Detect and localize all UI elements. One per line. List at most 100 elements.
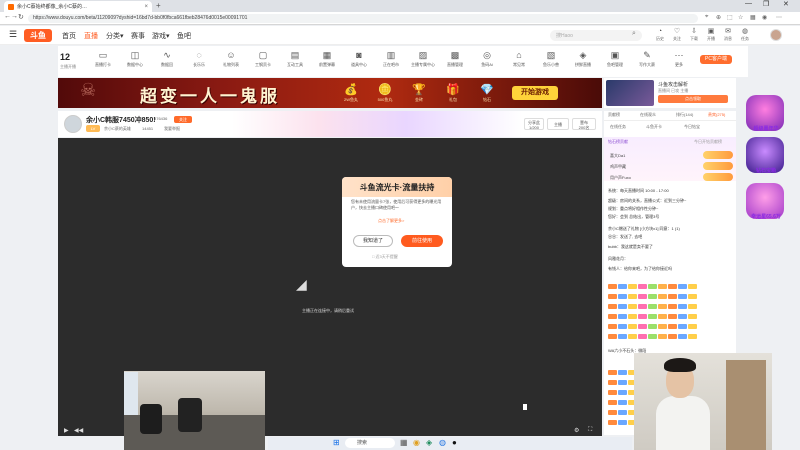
tool-item[interactable]: ▥ 正在吧市 [376,50,406,68]
pc-client-button[interactable]: PC客户端 [700,55,732,64]
learn-more-link[interactable]: 点击了解更多> [378,218,404,224]
nav-category[interactable]: 分类▾ [106,31,124,41]
tool-item[interactable]: ▨ 主播专属中心 [408,50,438,68]
app-icon[interactable]: ◈ [426,438,432,447]
history-button[interactable]: ◔ 历史 [651,28,669,42]
tool-item[interactable]: ▢ 工钢贡卡 [248,50,278,68]
tab-contribution[interactable]: 贡献榜 [608,112,620,118]
follow-button[interactable]: ♡ 关注 [668,28,686,42]
gift-rank-button[interactable]: 壹布 200名 [572,118,596,130]
edge-icon[interactable]: ◍ [439,438,446,447]
host-button[interactable]: 主播 [547,118,569,130]
tab-online[interactable]: 在线观众 [640,112,656,118]
tab-vip[interactable]: 贵宾(275) [708,112,725,118]
chat-message[interactable]: 谷谷：发送了, 去吧 [608,234,642,240]
chat-message[interactable]: 超级：房间的关系，直播公式：近到三分钟~ [608,198,686,204]
tasks-button[interactable]: ◍ 任务 [736,28,754,42]
taskbar-search[interactable]: 搜索 [345,438,395,448]
fullscreen-icon[interactable]: ⛶ [588,427,592,434]
windows-start-icon[interactable]: ⊞ [333,438,340,447]
download-button[interactable]: ⇩ 下载 [685,28,703,42]
task-view-icon[interactable]: ▦ [400,438,408,447]
back-icon[interactable]: ← [4,13,11,20]
game-thumbnail[interactable] [606,80,654,106]
rewind-icon[interactable]: ◀◀ [74,427,83,434]
chat-message[interactable]: 风雅花月： [608,256,628,262]
room-name[interactable]: 余小C蔡的英雄 [104,126,131,132]
report-link[interactable]: 我要举报 [164,126,180,132]
url-field[interactable]: https://www.douyu.com/beta/1120909?dyshi… [28,14,698,23]
tool-item[interactable]: ▧ 鱼乐小兽 [536,50,566,68]
settings-icon[interactable]: ⚙ [574,427,579,434]
rank-row[interactable]: 用户声Fuxo [610,175,631,181]
tool-item[interactable]: ▩ 直播管理 [440,50,470,68]
chat-message[interactable]: 您好：会到 总结出，管理3号 [608,214,659,220]
dismiss-button[interactable]: 我知道了 [353,235,393,247]
favorites-icon[interactable]: ☆ [738,14,743,21]
dont-remind-checkbox[interactable]: □ 近3天不提醒 [372,254,398,260]
more-menu-icon[interactable]: ⋯ [776,14,782,21]
tool-item[interactable]: ▣ 鱼吧管理 [600,50,630,68]
menu-icon[interactable]: ☰ [9,29,17,40]
search-icon[interactable]: ⌕ [632,30,636,38]
nav-esports[interactable]: 赛事 [131,31,145,41]
tool-item[interactable]: ◈ 拼鲜直播 [568,50,598,68]
tool-item[interactable]: ◎ 鱼码Ai [472,50,502,68]
start-game-button[interactable]: 开始游戏 [512,86,558,100]
tab-rank[interactable]: 排行(144) [676,112,693,118]
search-input[interactable]: 搜Haoo [550,30,642,41]
tool-item[interactable]: ▭ 直播打卡 [88,50,118,68]
prize-icon: 💎 [480,84,494,96]
tab-close-icon[interactable]: × [144,4,148,10]
subtab-card[interactable]: 斗鱼开卡 [646,124,662,130]
tool-item[interactable]: ◫ 数据中心 [120,50,150,68]
follow-button[interactable]: 关注 [174,116,192,123]
tool-item[interactable]: ☺ 礼物列表 [216,50,246,68]
tool-item[interactable]: ▦ 前置弹幕 [312,50,342,68]
tool-item[interactable]: ⋯ 更多 [664,50,694,68]
rank-row[interactable]: 喜大Da1 [610,153,625,159]
zoom-icon[interactable]: ⊕ [716,14,721,21]
browser-tab[interactable]: 余小C蔡始终都像_余小C蔡的… × [4,1,152,12]
file-explorer-icon[interactable]: ◉ [413,438,420,447]
douyu-logo[interactable]: 斗鱼 [24,29,52,42]
minimize-button[interactable]: — [745,0,752,7]
maximize-button[interactable]: ❐ [763,0,769,8]
tool-item[interactable]: ◌ 长乐乐 [184,50,214,68]
forward-icon[interactable]: → [11,13,18,20]
tool-item[interactable]: ∿ 数据回 [152,50,182,68]
share-button[interactable]: 分享此 1/200 [524,118,544,130]
play-icon[interactable]: ▶ [64,427,69,434]
chat-message[interactable]: 余小C赠送了礼物 [小方块x1] 同意：1 (1) [608,226,680,232]
nav-games[interactable]: 游戏▾ [152,31,170,41]
user-avatar[interactable] [770,29,782,41]
start-live-button[interactable]: ▣ 开播 [702,28,720,42]
obs-icon[interactable]: ● [452,438,457,447]
subtab-tasks[interactable]: 在线任务 [610,124,626,130]
nav-home[interactable]: 首页 [62,31,76,41]
game-claim-button[interactable]: 点击领取 [658,95,728,103]
profile-icon[interactable]: ◉ [762,14,767,21]
extensions-icon[interactable]: ⬚ [727,14,733,21]
translate-icon[interactable]: ⌖ [705,14,708,21]
subtab-treasure[interactable]: 今日钻宝 [684,124,700,130]
use-now-button[interactable]: 前往使用 [401,235,443,247]
chat-message[interactable]: 规划：重点将好相作性分钟~ [608,206,658,212]
chat-message[interactable]: 有钱人：给你来吧，为了给你接近吗 [608,266,672,272]
chat-message[interactable]: 系统：每天直播时间 10:00 - 17:00 [608,188,669,194]
rank-row[interactable]: 鸡声甲藏 [610,164,626,170]
tool-item[interactable]: ✎ 写作大赛 [632,50,662,68]
rank-header-right[interactable]: 今日开钻贡献榜 [694,139,722,145]
collections-icon[interactable]: ▦ [750,14,756,21]
tool-item[interactable]: ▤ 互动工具 [280,50,310,68]
new-tab-button[interactable]: + [156,1,161,10]
messages-button[interactable]: ✉ 消息 [719,28,737,42]
chat-message[interactable]: bubb：我这就是卖不要了 [608,244,653,250]
nav-yuba[interactable]: 鱼吧 [177,31,191,41]
streamer-avatar[interactable] [64,115,82,133]
nav-live[interactable]: 直播 [84,31,98,41]
close-window-button[interactable]: ✕ [783,0,789,8]
tool-item[interactable]: ⌂ 常见常 [504,50,534,68]
tool-item[interactable]: ◙ 道具中心 [344,50,374,68]
reload-icon[interactable]: ↻ [18,13,24,21]
